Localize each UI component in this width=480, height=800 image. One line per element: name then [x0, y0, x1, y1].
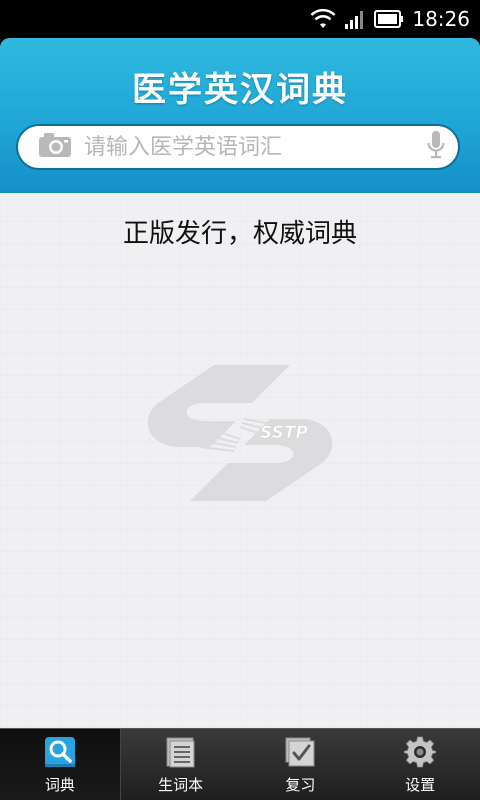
tab-review[interactable]: 复习: [241, 729, 361, 800]
checkbox-icon: [284, 736, 316, 768]
watermark-text: SSTP: [260, 423, 308, 443]
search-box[interactable]: [16, 124, 460, 170]
tab-label: 生词本: [158, 776, 204, 794]
main-content: 正版发行，权威词典 SSTP: [0, 193, 480, 728]
tagline: 正版发行，权威词典: [122, 219, 357, 249]
publisher-logo-watermark: SSTP: [140, 363, 340, 503]
tab-settings[interactable]: 设置: [360, 729, 480, 800]
camera-icon[interactable]: [38, 132, 72, 162]
microphone-icon[interactable]: [426, 130, 446, 164]
search-input[interactable]: [84, 134, 420, 160]
header: 医学英汉词典: [0, 38, 480, 193]
tab-label: 设置: [405, 776, 436, 794]
search-icon: [44, 736, 76, 768]
status-bar: 18:26: [0, 0, 480, 38]
tab-label: 复习: [285, 776, 316, 794]
app-title: 医学英汉词典: [132, 70, 348, 110]
gear-icon: [404, 736, 437, 768]
app-window: 医学英汉词典 正: [0, 38, 480, 800]
tab-label: 词典: [44, 776, 75, 794]
signal-icon: [344, 8, 366, 30]
battery-icon: [374, 10, 404, 28]
bottom-tab-bar: 词典 生词本 复习 设置: [0, 728, 480, 800]
status-time: 18:26: [412, 7, 470, 31]
tab-dictionary[interactable]: 词典: [0, 729, 121, 800]
notebook-icon: [165, 736, 197, 768]
wifi-icon: [310, 8, 336, 30]
tab-vocabulary-book[interactable]: 生词本: [121, 729, 241, 800]
